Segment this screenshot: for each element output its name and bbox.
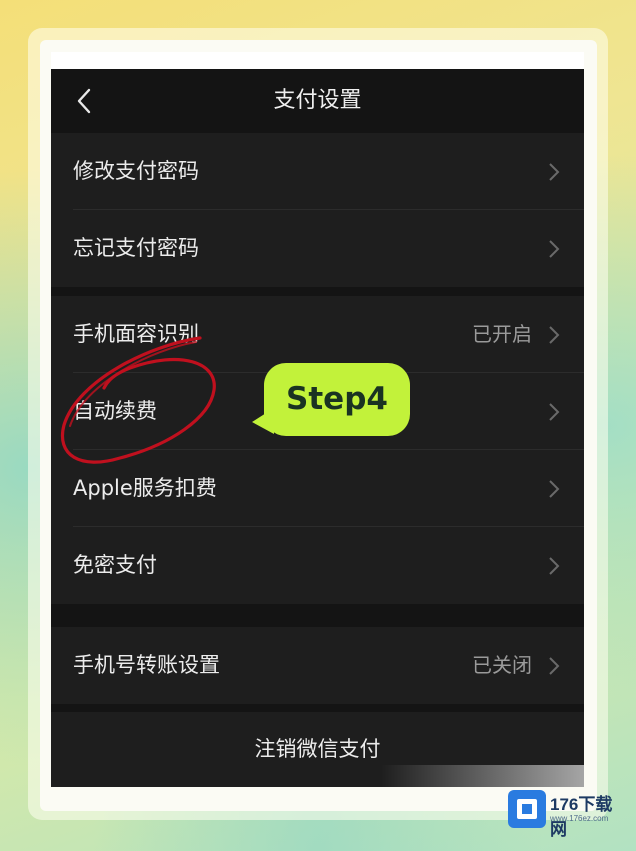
row-label: 自动续费 [73,399,157,423]
row-label: 手机面容识别 [73,322,199,346]
chevron-right-icon [549,403,560,421]
chevron-right-icon [549,480,560,498]
row-change-password[interactable]: 修改支付密码 [51,133,584,210]
watermark-url: www.176ez.com [550,814,609,823]
watermark: 176下载网 www.176ez.com [508,788,626,839]
row-label: 手机号转账设置 [73,653,220,677]
chevron-right-icon [549,657,560,675]
settings-group-password: 修改支付密码 忘记支付密码 [51,133,584,287]
row-face-id[interactable]: 手机面容识别 已开启 [51,296,584,373]
nav-header: 支付设置 [51,69,584,133]
step-label: Step4 [286,381,388,417]
page-title: 支付设置 [273,88,362,113]
row-label: 免密支付 [73,553,157,577]
row-apple-service[interactable]: Apple服务扣费 [51,450,584,527]
top-strip [51,52,584,69]
row-password-free[interactable]: 免密支付 [51,527,584,604]
status-value: 已关闭 [472,653,532,677]
row-forgot-password[interactable]: 忘记支付密码 [51,210,584,287]
settings-group-transfer: 手机号转账设置 已关闭 [51,627,584,704]
chevron-right-icon [549,557,560,575]
row-phone-transfer[interactable]: 手机号转账设置 已关闭 [51,627,584,704]
row-label: Apple服务扣费 [73,476,217,500]
row-label: 修改支付密码 [73,159,199,183]
cube-logo-icon [508,790,546,828]
status-value: 已开启 [472,322,532,346]
chevron-right-icon [549,163,560,181]
chevron-right-icon [549,326,560,344]
row-label: 忘记支付密码 [73,236,199,260]
settings-group-payment: 手机面容识别 已开启 自动续费 Apple服务扣费 免密支付 [51,296,584,604]
cube-inner [522,804,532,814]
chevron-right-icon [549,240,560,258]
bottom-fade [381,765,584,787]
